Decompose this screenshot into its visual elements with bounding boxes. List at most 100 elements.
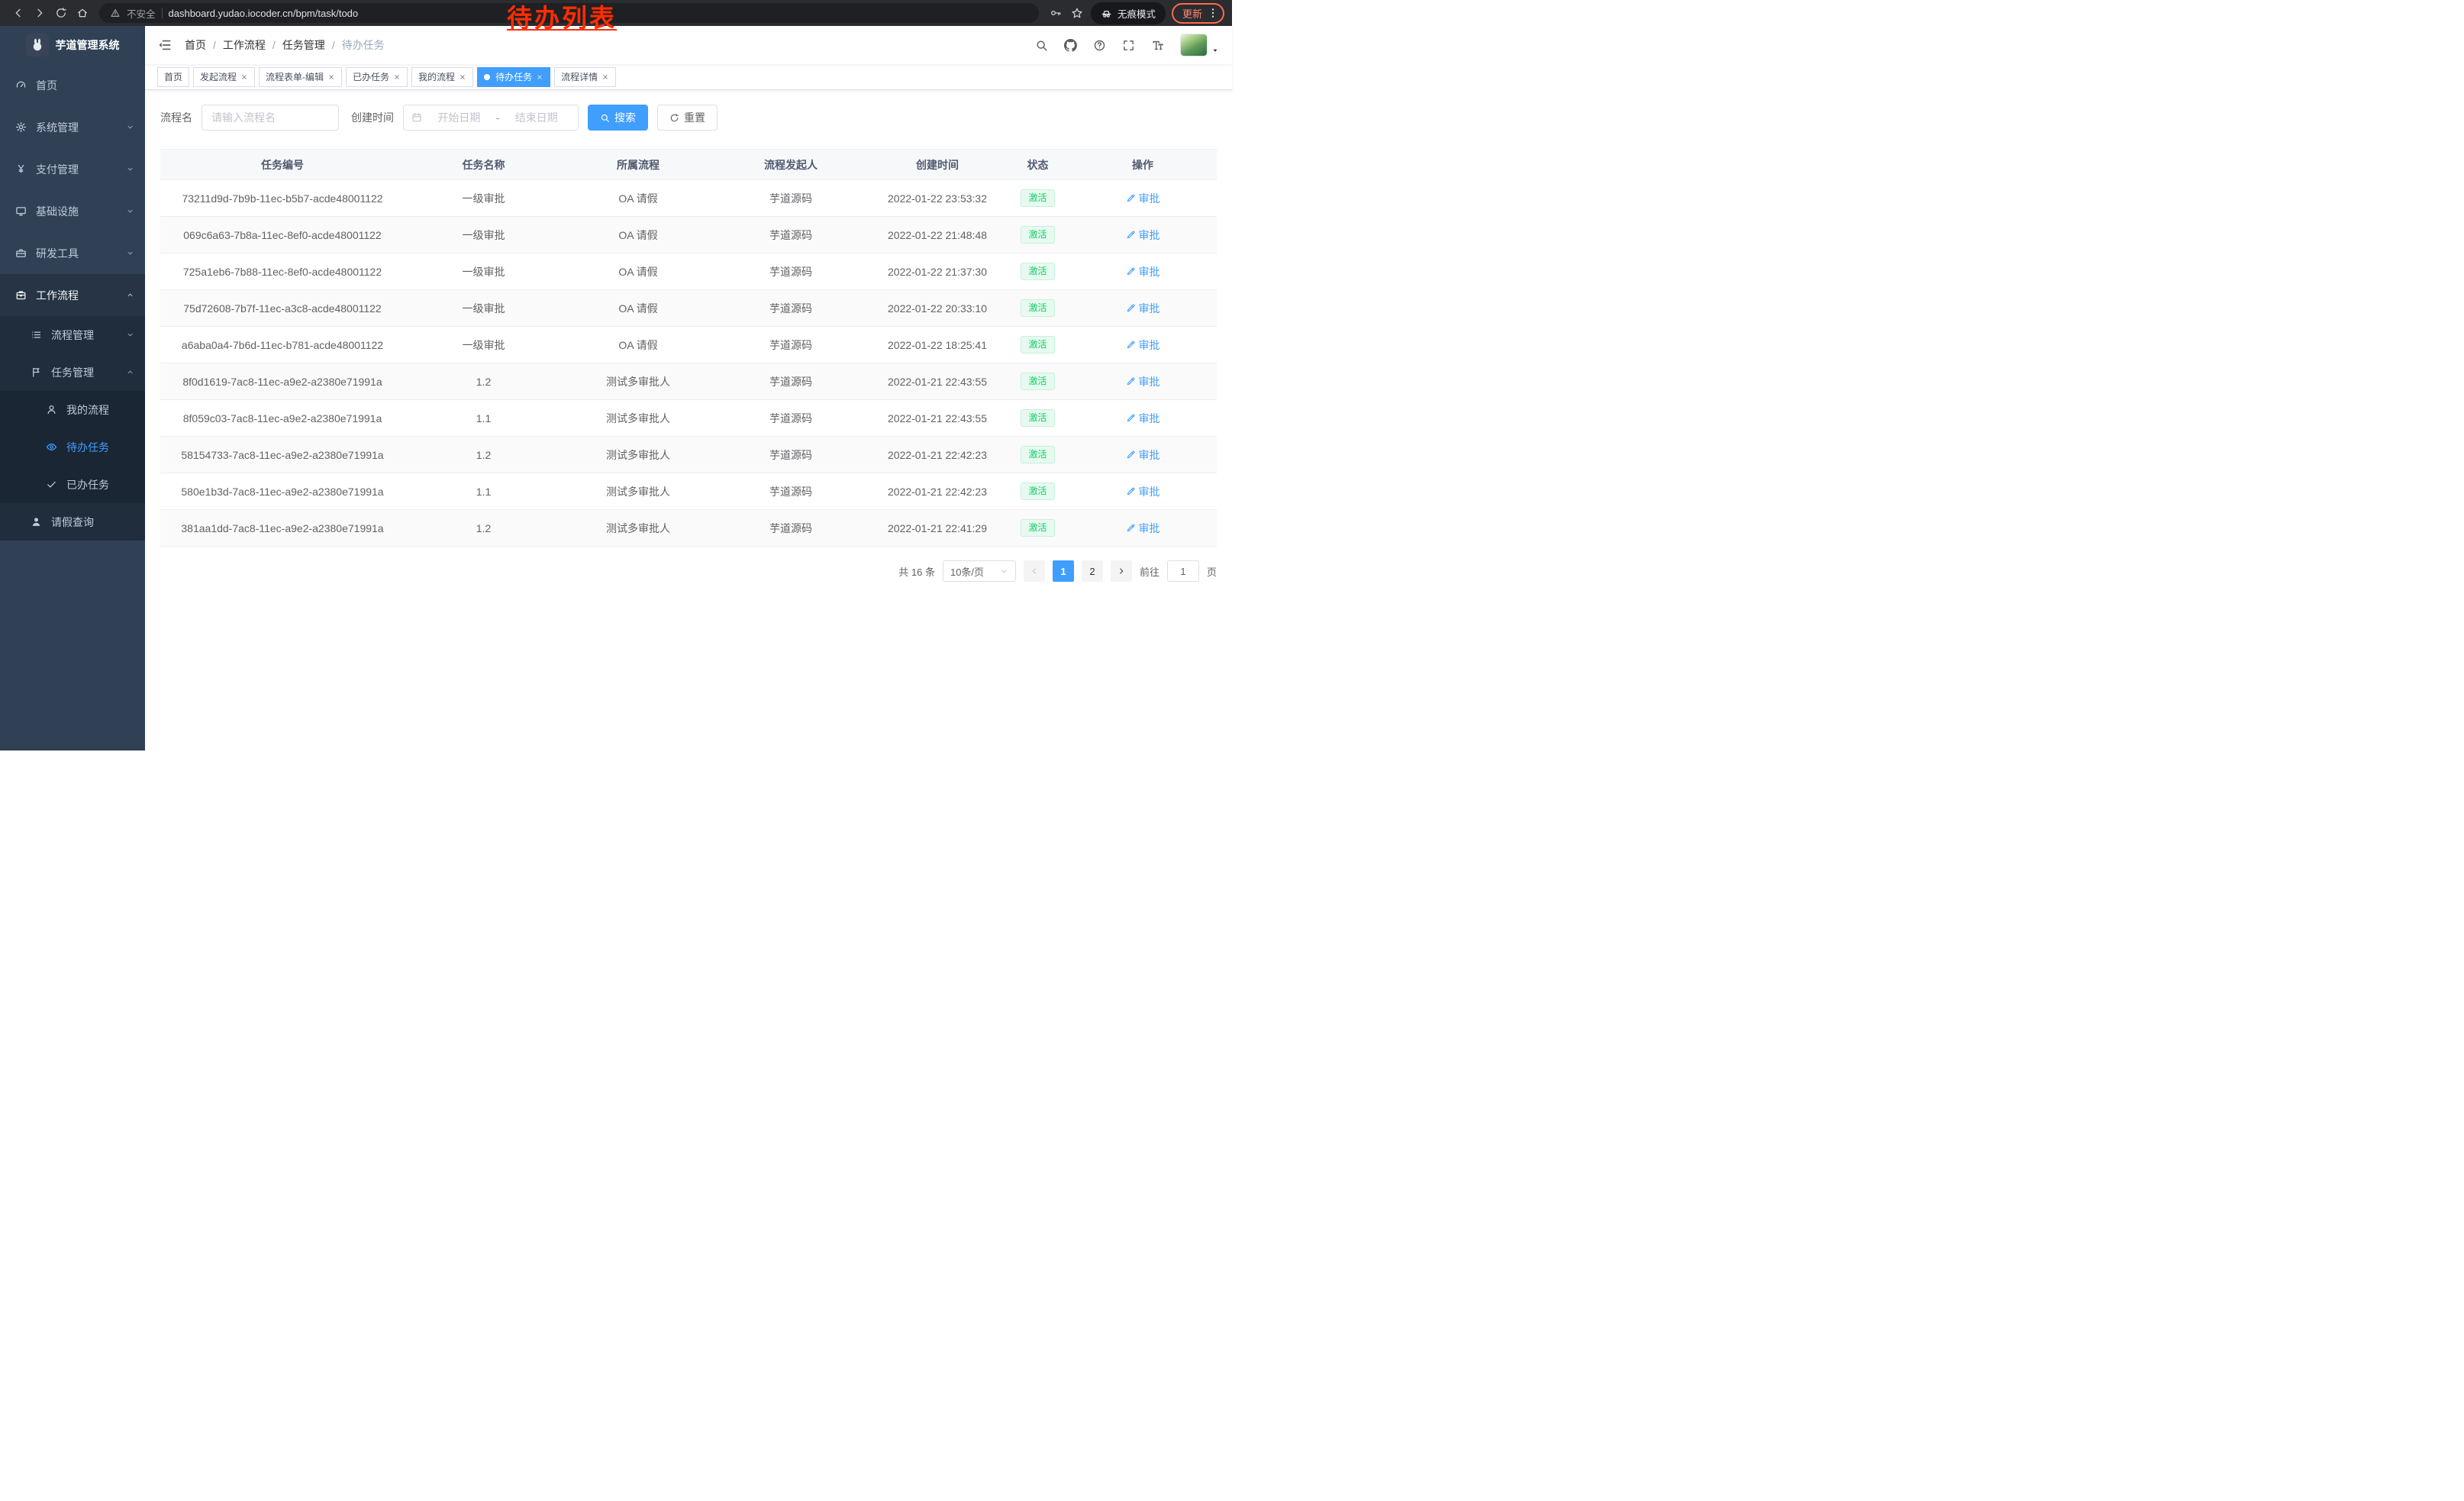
sidebar-item-infra[interactable]: 基础设施 — [0, 190, 145, 232]
cell-id: 725a1eb6-7b88-11ec-8ef0-acde48001122 — [160, 253, 405, 290]
sidebar-item-payment[interactable]: 支付管理 — [0, 148, 145, 190]
breadcrumb-item[interactable]: 工作流程 — [223, 37, 266, 53]
breadcrumb: 首页/工作流程/任务管理/待办任务 — [185, 37, 385, 53]
tab-close-icon[interactable] — [459, 73, 466, 81]
tab[interactable]: 我的流程 — [411, 67, 473, 87]
browser-home-button[interactable] — [72, 2, 93, 24]
pencil-icon — [1126, 450, 1136, 460]
tab[interactable]: 已办任务 — [346, 67, 408, 87]
tab[interactable]: 流程表单-编辑 — [259, 67, 342, 87]
tab-close-icon[interactable] — [601, 73, 609, 81]
sidebar-item-workflow[interactable]: 工作流程 — [0, 274, 145, 316]
approve-link[interactable]: 审批 — [1126, 447, 1160, 463]
user-avatar[interactable] — [1180, 34, 1220, 56]
tab[interactable]: 流程详情 — [554, 67, 616, 87]
cell-id: 8f0d1619-7ac8-11ec-a9e2-a2380e71991a — [160, 363, 405, 400]
tab-close-icon[interactable] — [240, 73, 248, 81]
tab-label: 我的流程 — [418, 70, 455, 83]
status-badge: 激活 — [1021, 483, 1054, 501]
sidebar-item-home[interactable]: 首页 — [0, 64, 145, 106]
approve-link[interactable]: 审批 — [1126, 374, 1160, 389]
address-bar[interactable]: 不安全 dashboard.yudao.iocoder.cn/bpm/task/… — [99, 3, 1039, 23]
sidebar-item-devtools[interactable]: 研发工具 — [0, 232, 145, 274]
browser-update-button[interactable]: 更新 — [1172, 3, 1224, 24]
table-row: 8f059c03-7ac8-11ec-a9e2-a2380e71991a1.1测… — [160, 400, 1217, 437]
search-icon[interactable] — [1035, 39, 1048, 52]
bookmark-star-button[interactable] — [1066, 2, 1088, 24]
browser-reload-button[interactable] — [50, 2, 72, 24]
chevron-up-icon — [126, 291, 134, 299]
approve-link[interactable]: 审批 — [1126, 264, 1160, 279]
browser-forward-button[interactable] — [29, 2, 50, 24]
cell-created: 2022-01-21 22:43:55 — [868, 363, 1007, 400]
breadcrumb-separator: / — [273, 39, 276, 51]
cell-initiator: 芋道源码 — [714, 327, 868, 363]
page-size-select[interactable]: 10条/页 — [943, 560, 1016, 582]
browser-menu-icon[interactable] — [1207, 7, 1219, 19]
approve-link[interactable]: 审批 — [1126, 191, 1160, 206]
sidebar-item-label: 我的流程 — [66, 402, 134, 418]
cell-process: 测试多审批人 — [563, 437, 714, 473]
browser-back-button[interactable] — [8, 2, 29, 24]
next-page-button[interactable] — [1111, 560, 1132, 582]
cell-id: a6aba0a4-7b6d-11ec-b781-acde48001122 — [160, 327, 405, 363]
goto-page-input[interactable] — [1167, 560, 1199, 582]
sidebar-item-system[interactable]: 系统管理 — [0, 106, 145, 148]
sidebar-item-task-mgmt[interactable]: 任务管理 — [0, 353, 145, 391]
approve-link[interactable]: 审批 — [1126, 337, 1160, 353]
sidebar-item-my-process[interactable]: 我的流程 — [0, 391, 145, 428]
tab-close-icon[interactable] — [393, 73, 401, 81]
tab-close-icon[interactable] — [536, 73, 543, 81]
approve-link[interactable]: 审批 — [1126, 484, 1160, 499]
search-button[interactable]: 搜索 — [588, 105, 648, 131]
sidebar-item-label: 工作流程 — [36, 288, 126, 303]
cell-process: OA 请假 — [563, 290, 714, 327]
tab-label: 待办任务 — [495, 70, 532, 83]
approve-link[interactable]: 审批 — [1126, 301, 1160, 316]
pencil-icon — [1126, 230, 1136, 240]
page-button-1[interactable]: 1 — [1053, 560, 1074, 582]
breadcrumb-item[interactable]: 任务管理 — [282, 37, 325, 53]
sidebar: 芋道管理系统 首页系统管理支付管理基础设施研发工具工作流程流程管理任务管理我的流… — [0, 26, 145, 750]
reset-button[interactable]: 重置 — [657, 105, 718, 131]
password-key-button[interactable] — [1045, 2, 1066, 24]
cell-status: 激活 — [1007, 400, 1069, 437]
create-time-label: 创建时间 — [351, 110, 394, 125]
tab-close-icon[interactable] — [327, 73, 335, 81]
briefcase-icon — [15, 289, 27, 301]
app-frame: 芋道管理系统 首页系统管理支付管理基础设施研发工具工作流程流程管理任务管理我的流… — [0, 26, 1232, 750]
tab[interactable]: 待办任务 — [477, 67, 550, 87]
sidebar-item-done-task[interactable]: 已办任务 — [0, 466, 145, 503]
breadcrumb-separator: / — [332, 39, 335, 51]
page-size-label: 10条/页 — [950, 564, 984, 579]
cell-status: 激活 — [1007, 437, 1069, 473]
page-button-2[interactable]: 2 — [1082, 560, 1103, 582]
update-label: 更新 — [1182, 6, 1202, 21]
approve-link[interactable]: 审批 — [1126, 521, 1160, 536]
status-badge: 激活 — [1021, 299, 1054, 318]
cell-id: 580e1b3d-7ac8-11ec-a9e2-a2380e71991a — [160, 473, 405, 510]
sidebar-item-process-mgmt[interactable]: 流程管理 — [0, 316, 145, 353]
column-header: 状态 — [1007, 150, 1069, 180]
fullscreen-icon[interactable] — [1122, 39, 1135, 52]
sidebar-item-todo-task[interactable]: 待办任务 — [0, 428, 145, 466]
app-logo[interactable]: 芋道管理系统 — [0, 26, 145, 64]
key-icon — [1050, 7, 1062, 19]
help-icon[interactable] — [1093, 39, 1106, 52]
chevron-down-icon — [126, 331, 134, 339]
approve-label: 审批 — [1139, 521, 1160, 536]
cell-process: 测试多审批人 — [563, 363, 714, 400]
approve-link[interactable]: 审批 — [1126, 228, 1160, 243]
font-size-icon[interactable] — [1151, 39, 1164, 52]
date-range-picker[interactable]: 开始日期 - 结束日期 — [403, 105, 579, 131]
tab[interactable]: 首页 — [157, 67, 189, 87]
sidebar-toggle-button[interactable] — [157, 37, 173, 53]
prev-page-button[interactable] — [1024, 560, 1045, 582]
breadcrumb-item[interactable]: 首页 — [185, 37, 206, 53]
approve-link[interactable]: 审批 — [1126, 411, 1160, 426]
process-name-input[interactable] — [202, 105, 339, 131]
cell-process: OA 请假 — [563, 217, 714, 253]
sidebar-item-leave-query[interactable]: 请假查询 — [0, 503, 145, 541]
tab[interactable]: 发起流程 — [193, 67, 255, 87]
github-icon[interactable] — [1064, 39, 1077, 52]
